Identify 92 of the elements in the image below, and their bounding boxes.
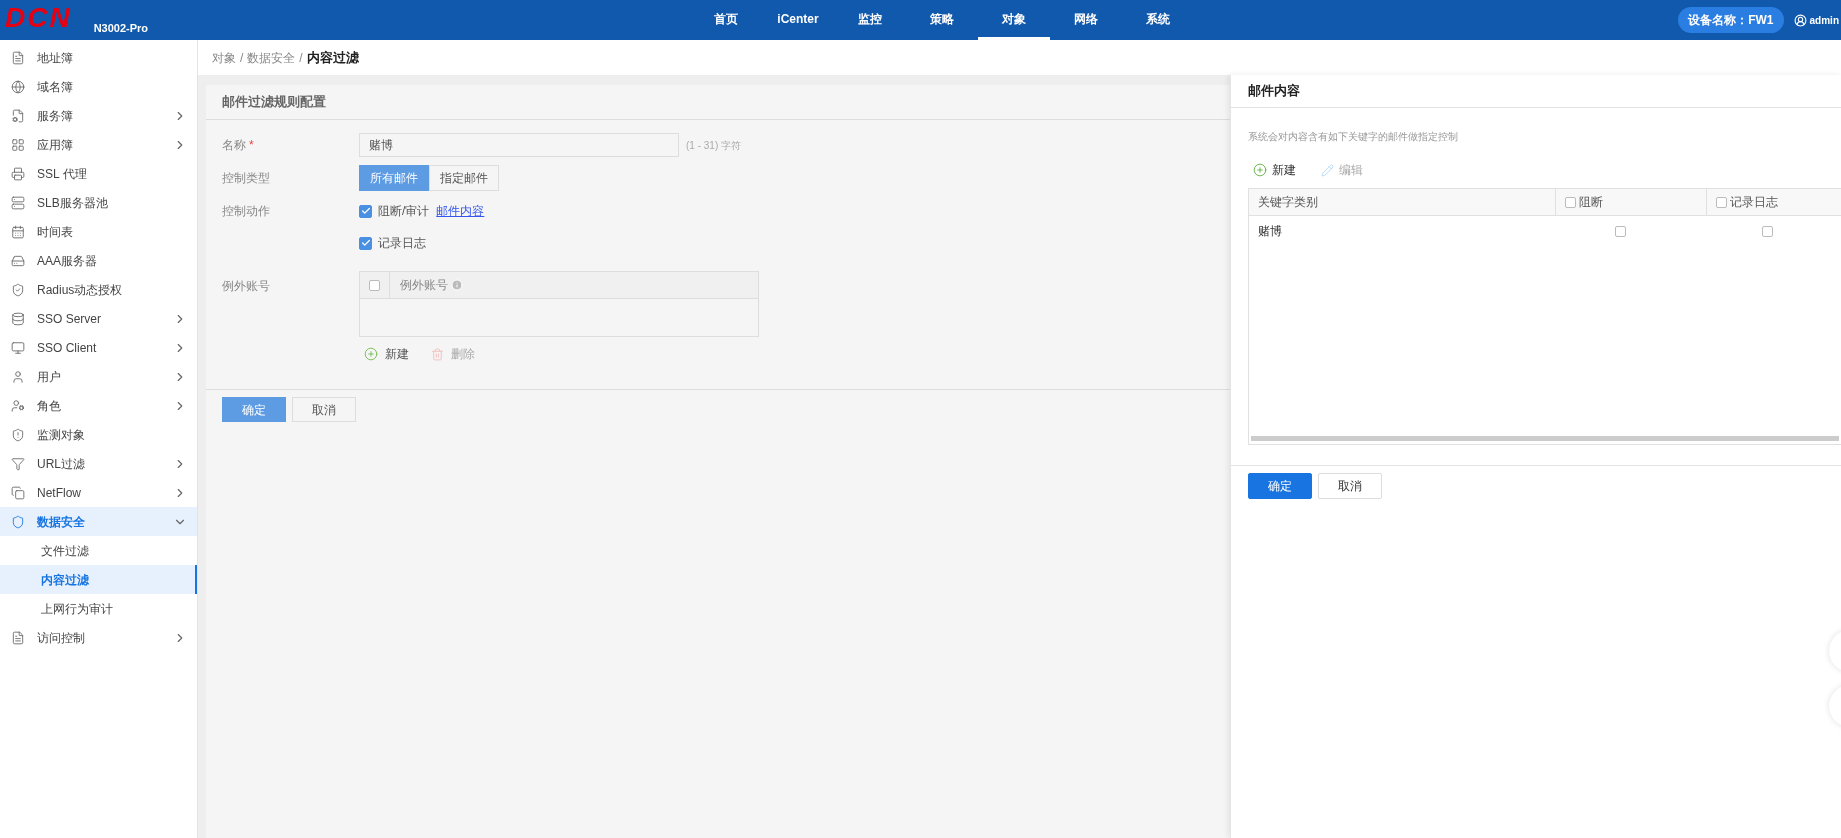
checkbox[interactable] [1615, 225, 1627, 237]
menu-icon [11, 456, 25, 471]
menu-icon [11, 166, 25, 181]
sidebar-item[interactable]: 应用簿 [0, 130, 197, 159]
sidebar-item[interactable]: SLB服务器池 [0, 188, 197, 217]
breadcrumb-separator: / [299, 49, 303, 67]
mail-content-link[interactable]: 邮件内容 [436, 202, 485, 220]
checkbox[interactable] [1716, 196, 1727, 208]
sidebar-item[interactable]: 服务簿 [0, 101, 197, 130]
info-icon [451, 279, 463, 291]
breadcrumb-item[interactable]: 对象 [212, 48, 236, 67]
menu-icon [11, 630, 25, 645]
sidebar-item[interactable]: 监测对象 [0, 420, 197, 449]
checkbox-label: 记录日志 [378, 235, 426, 252]
field-label: 名称 * [222, 137, 255, 154]
device-badge: 设备名称：FW1 [1678, 7, 1784, 33]
checkbox[interactable] [1565, 196, 1576, 208]
sidebar-item[interactable]: URL过滤 [0, 449, 197, 478]
menu-icon [11, 369, 25, 384]
sidebar-item[interactable]: 角色 [0, 391, 197, 420]
user-icon [1793, 13, 1807, 27]
model-name: N3002-Pro [93, 22, 149, 34]
menu-icon [11, 195, 25, 210]
add-button[interactable]: 新建 [364, 345, 409, 363]
field-label: 例外账号 [222, 279, 270, 293]
table-cell-text: 赌博 [1257, 223, 1283, 240]
sidebar-item[interactable]: 用户 [0, 362, 197, 391]
name-field[interactable]: 赌博 [359, 133, 679, 157]
column-header: 例外账号 [400, 277, 448, 294]
sidebar-item[interactable]: SSO Server [0, 304, 197, 333]
nav-tab[interactable]: 网络 [1050, 0, 1122, 40]
menu-icon [11, 50, 25, 65]
sidebar-item[interactable]: SSL 代理 [0, 159, 197, 188]
sidebar-item[interactable]: SSO Client [0, 333, 197, 362]
column-header: 关键字类别 [1257, 194, 1319, 211]
sidebar-item[interactable]: 时间表 [0, 217, 197, 246]
sidebar-item[interactable]: Radius动态授权 [0, 275, 197, 304]
checkbox-label: 阻断/审计 [378, 203, 430, 220]
checkbox[interactable] [1762, 225, 1773, 237]
menu-icon [11, 79, 25, 94]
menu-icon [11, 282, 25, 297]
menu-icon [11, 311, 25, 326]
menu-icon [11, 253, 25, 268]
add-button[interactable]: 新建 [1253, 161, 1296, 179]
nav-tab[interactable]: 监控 [834, 0, 906, 40]
sidebar-item[interactable]: 地址簿 [0, 43, 197, 72]
field-label: 控制类型 [222, 170, 271, 187]
breadcrumb-item[interactable]: 数据安全 [247, 48, 296, 67]
cancel-button[interactable]: 取消 [1318, 473, 1382, 499]
breadcrumb-item: 内容过滤 [306, 48, 359, 67]
nav-tab[interactable]: iCenter [762, 0, 834, 40]
sidebar-item[interactable]: 域名簿 [0, 72, 197, 101]
nav-tab[interactable]: 系统 [1122, 0, 1194, 40]
sidebar-subitem[interactable]: 内容过滤 [0, 565, 197, 594]
menu-icon [11, 427, 25, 442]
horizontal-scrollbar[interactable] [1251, 436, 1839, 441]
nav-tab[interactable]: 策略 [906, 0, 978, 40]
sidebar-item[interactable]: 访问控制 [0, 623, 197, 652]
breadcrumb-separator: / [240, 49, 244, 67]
checkbox[interactable] [359, 204, 372, 218]
segment-option[interactable]: 指定邮件 [429, 165, 499, 191]
drawer-description: 系统会对内容含有如下关键字的邮件做指定控制 [1247, 130, 1459, 144]
pencil-icon [1321, 163, 1334, 177]
cancel-button[interactable]: 取消 [292, 397, 356, 422]
column-header: 记录日志 [1706, 189, 1841, 215]
menu-icon [11, 485, 25, 500]
menu-icon [11, 137, 25, 152]
user-menu[interactable]: admin [1793, 12, 1839, 28]
card-title: 邮件过滤规则配置 [222, 93, 326, 112]
trash-icon [431, 347, 444, 361]
logo: DCN [5, 5, 72, 31]
menu-icon [11, 224, 25, 239]
field-hint: (1 - 31) 字符 [686, 138, 741, 153]
sidebar-subitem[interactable]: 上网行为审计 [0, 594, 197, 623]
nav-tab[interactable]: 首页 [690, 0, 762, 40]
plus-icon [364, 347, 378, 361]
menu-icon [11, 340, 25, 355]
field-label: 控制动作 [222, 204, 270, 218]
checkbox[interactable] [359, 236, 372, 250]
sidebar-item[interactable]: NetFlow [0, 478, 197, 507]
plus-icon [1253, 163, 1267, 177]
sidebar-item[interactable]: AAA服务器 [0, 246, 197, 275]
menu-icon [11, 398, 25, 413]
menu-icon [11, 514, 25, 529]
confirm-button[interactable]: 确定 [1248, 473, 1312, 499]
required-mark: * [249, 138, 254, 152]
menu-icon [11, 108, 25, 123]
checkbox[interactable] [369, 279, 380, 291]
sidebar-subitem[interactable]: 文件过滤 [0, 536, 197, 565]
sidebar-item[interactable]: 数据安全 [0, 507, 197, 536]
column-header: 阻断 [1555, 189, 1706, 215]
drawer-title: 邮件内容 [1248, 82, 1300, 101]
